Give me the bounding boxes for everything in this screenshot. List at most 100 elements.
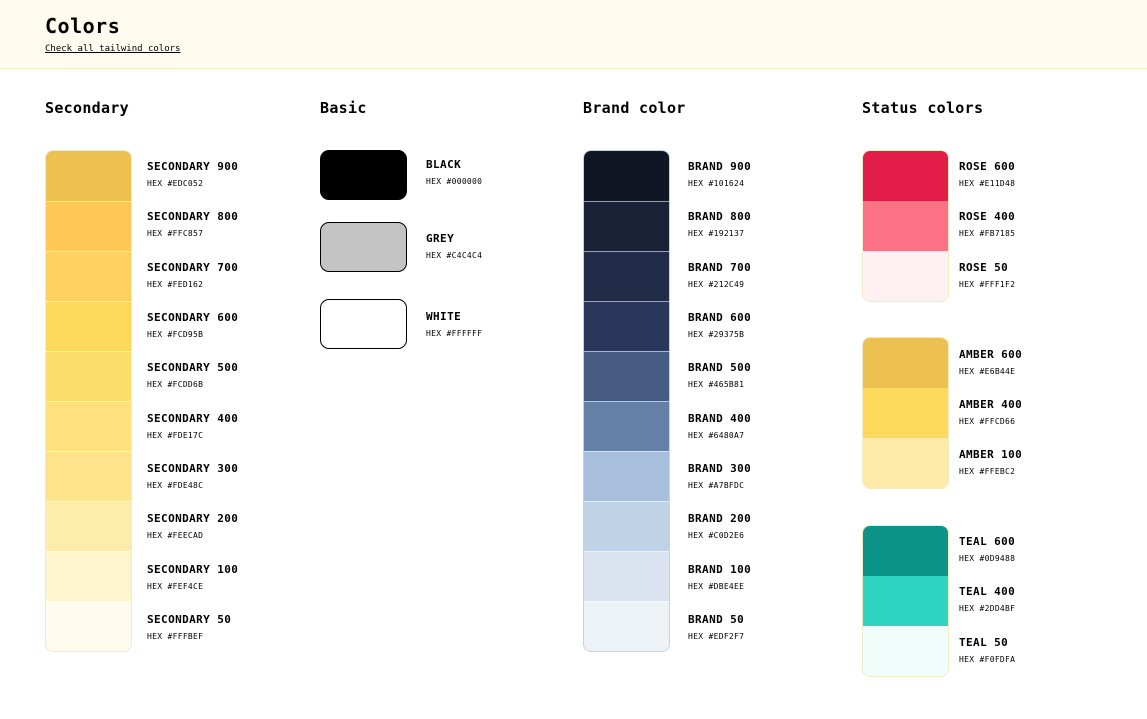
swatch-rose-600 [863, 151, 948, 201]
swatch-brand-800 [584, 201, 669, 251]
color-hex: HEX #FCD95B [147, 330, 204, 339]
color-hex: HEX #465B81 [688, 380, 745, 389]
label-amber-400: AMBER 400 HEX #FFCD66 [959, 398, 1022, 426]
label-black: BLACK HEX #000000 [426, 158, 482, 186]
label-rose-400: ROSE 400 HEX #FB7185 [959, 210, 1015, 238]
label-secondary-800: SECONDARY 800 HEX #FFC857 [147, 210, 238, 238]
color-hex: HEX #FDE48C [147, 481, 204, 490]
color-name: BRAND 100 [688, 563, 752, 576]
swatch-amber-400 [863, 388, 948, 438]
secondary-title: Secondary [45, 99, 129, 117]
color-name: ROSE 50 [959, 261, 1009, 274]
basic-title: Basic [320, 99, 367, 117]
swatch-secondary-900 [46, 151, 131, 201]
label-grey: GREY HEX #C4C4C4 [426, 232, 482, 260]
label-secondary-700: SECONDARY 700 HEX #FED162 [147, 261, 238, 289]
color-hex: HEX #FEECAD [147, 531, 204, 540]
label-secondary-400: SECONDARY 400 HEX #FDE17C [147, 412, 238, 440]
color-name: BRAND 700 [688, 261, 752, 274]
color-hex: HEX #101624 [688, 179, 745, 188]
color-name: BRAND 300 [688, 462, 752, 475]
label-brand-400: BRAND 400 HEX #6480A7 [688, 412, 751, 440]
color-hex: HEX #29375B [688, 330, 745, 339]
color-name: SECONDARY 600 [147, 311, 239, 324]
color-hex: HEX #FFFFFF [426, 329, 483, 338]
label-brand-700: BRAND 700 HEX #212C49 [688, 261, 751, 289]
swatch-teal-50 [863, 626, 948, 676]
status-title: Status colors [862, 99, 984, 117]
color-hex: HEX #FFC857 [147, 229, 204, 238]
page-header: Colors Check all tailwind colors [0, 0, 1147, 69]
label-white: WHITE HEX #FFFFFF [426, 310, 482, 338]
label-secondary-200: SECONDARY 200 HEX #FEECAD [147, 512, 238, 540]
color-name: BRAND 50 [688, 613, 745, 626]
page-title: Colors [45, 14, 121, 38]
color-hex: HEX #A7BFDC [688, 481, 745, 490]
color-hex: HEX #DBE4EE [688, 582, 745, 591]
swatch-secondary-700 [46, 251, 131, 301]
swatch-brand-200 [584, 501, 669, 551]
swatch-grey [320, 222, 407, 272]
color-name: BRAND 200 [688, 512, 752, 525]
swatch-secondary-500 [46, 351, 131, 401]
color-name: SECONDARY 800 [147, 210, 239, 223]
color-name: SECONDARY 200 [147, 512, 239, 525]
label-secondary-600: SECONDARY 600 HEX #FCD95B [147, 311, 238, 339]
tailwind-colors-link[interactable]: Check all tailwind colors [45, 44, 180, 54]
color-name: BLACK [426, 158, 462, 171]
label-brand-300: BRAND 300 HEX #A7BFDC [688, 462, 751, 490]
swatch-brand-500 [584, 351, 669, 401]
color-name: ROSE 400 [959, 210, 1016, 223]
color-hex: HEX #FED162 [147, 280, 204, 289]
color-name: TEAL 50 [959, 636, 1009, 649]
brand-title: Brand color [583, 99, 686, 117]
color-name: SECONDARY 400 [147, 412, 239, 425]
label-teal-600: TEAL 600 HEX #0D9488 [959, 535, 1015, 563]
rose-swatch-strip [862, 150, 949, 302]
color-hex: HEX #FFFBEF [147, 632, 204, 641]
color-hex: HEX #E6B44E [959, 367, 1016, 376]
swatch-brand-50 [584, 601, 669, 651]
color-name: SECONDARY 500 [147, 361, 239, 374]
color-hex: HEX #FFF1F2 [959, 280, 1016, 289]
swatch-white [320, 299, 407, 349]
swatch-teal-600 [863, 526, 948, 576]
color-name: BRAND 400 [688, 412, 752, 425]
color-hex: HEX #FCDD6B [147, 380, 204, 389]
label-secondary-500: SECONDARY 500 HEX #FCDD6B [147, 361, 238, 389]
color-hex: HEX #EDC052 [147, 179, 204, 188]
label-rose-600: ROSE 600 HEX #E11D48 [959, 160, 1015, 188]
label-amber-600: AMBER 600 HEX #E6B44E [959, 348, 1022, 376]
color-hex: HEX #FFEBC2 [959, 467, 1016, 476]
label-brand-800: BRAND 800 HEX #192137 [688, 210, 751, 238]
color-hex: HEX #192137 [688, 229, 745, 238]
swatch-brand-700 [584, 251, 669, 301]
swatch-amber-600 [863, 338, 948, 388]
color-name: AMBER 400 [959, 398, 1023, 411]
swatch-amber-100 [863, 438, 948, 488]
color-hex: HEX #F0FDFA [959, 655, 1016, 664]
color-name: WHITE [426, 310, 462, 323]
color-hex: HEX #000000 [426, 177, 483, 186]
swatch-secondary-300 [46, 451, 131, 501]
color-name: TEAL 600 [959, 535, 1016, 548]
color-hex: HEX #212C49 [688, 280, 745, 289]
color-name: ROSE 600 [959, 160, 1016, 173]
label-brand-600: BRAND 600 HEX #29375B [688, 311, 751, 339]
color-hex: HEX #C4C4C4 [426, 251, 483, 260]
label-amber-100: AMBER 100 HEX #FFEBC2 [959, 448, 1022, 476]
swatch-secondary-400 [46, 401, 131, 451]
swatch-teal-400 [863, 576, 948, 626]
color-name: SECONDARY 900 [147, 160, 239, 173]
amber-swatch-strip [862, 337, 949, 489]
color-hex: HEX #E11D48 [959, 179, 1016, 188]
color-hex: HEX #6480A7 [688, 431, 745, 440]
swatch-secondary-200 [46, 501, 131, 551]
color-hex: HEX #FFCD66 [959, 417, 1016, 426]
color-name: SECONDARY 50 [147, 613, 232, 626]
swatch-secondary-50 [46, 601, 131, 651]
swatch-black [320, 150, 407, 200]
swatch-brand-400 [584, 401, 669, 451]
color-name: BRAND 900 [688, 160, 752, 173]
label-teal-400: TEAL 400 HEX #2DD4BF [959, 585, 1015, 613]
